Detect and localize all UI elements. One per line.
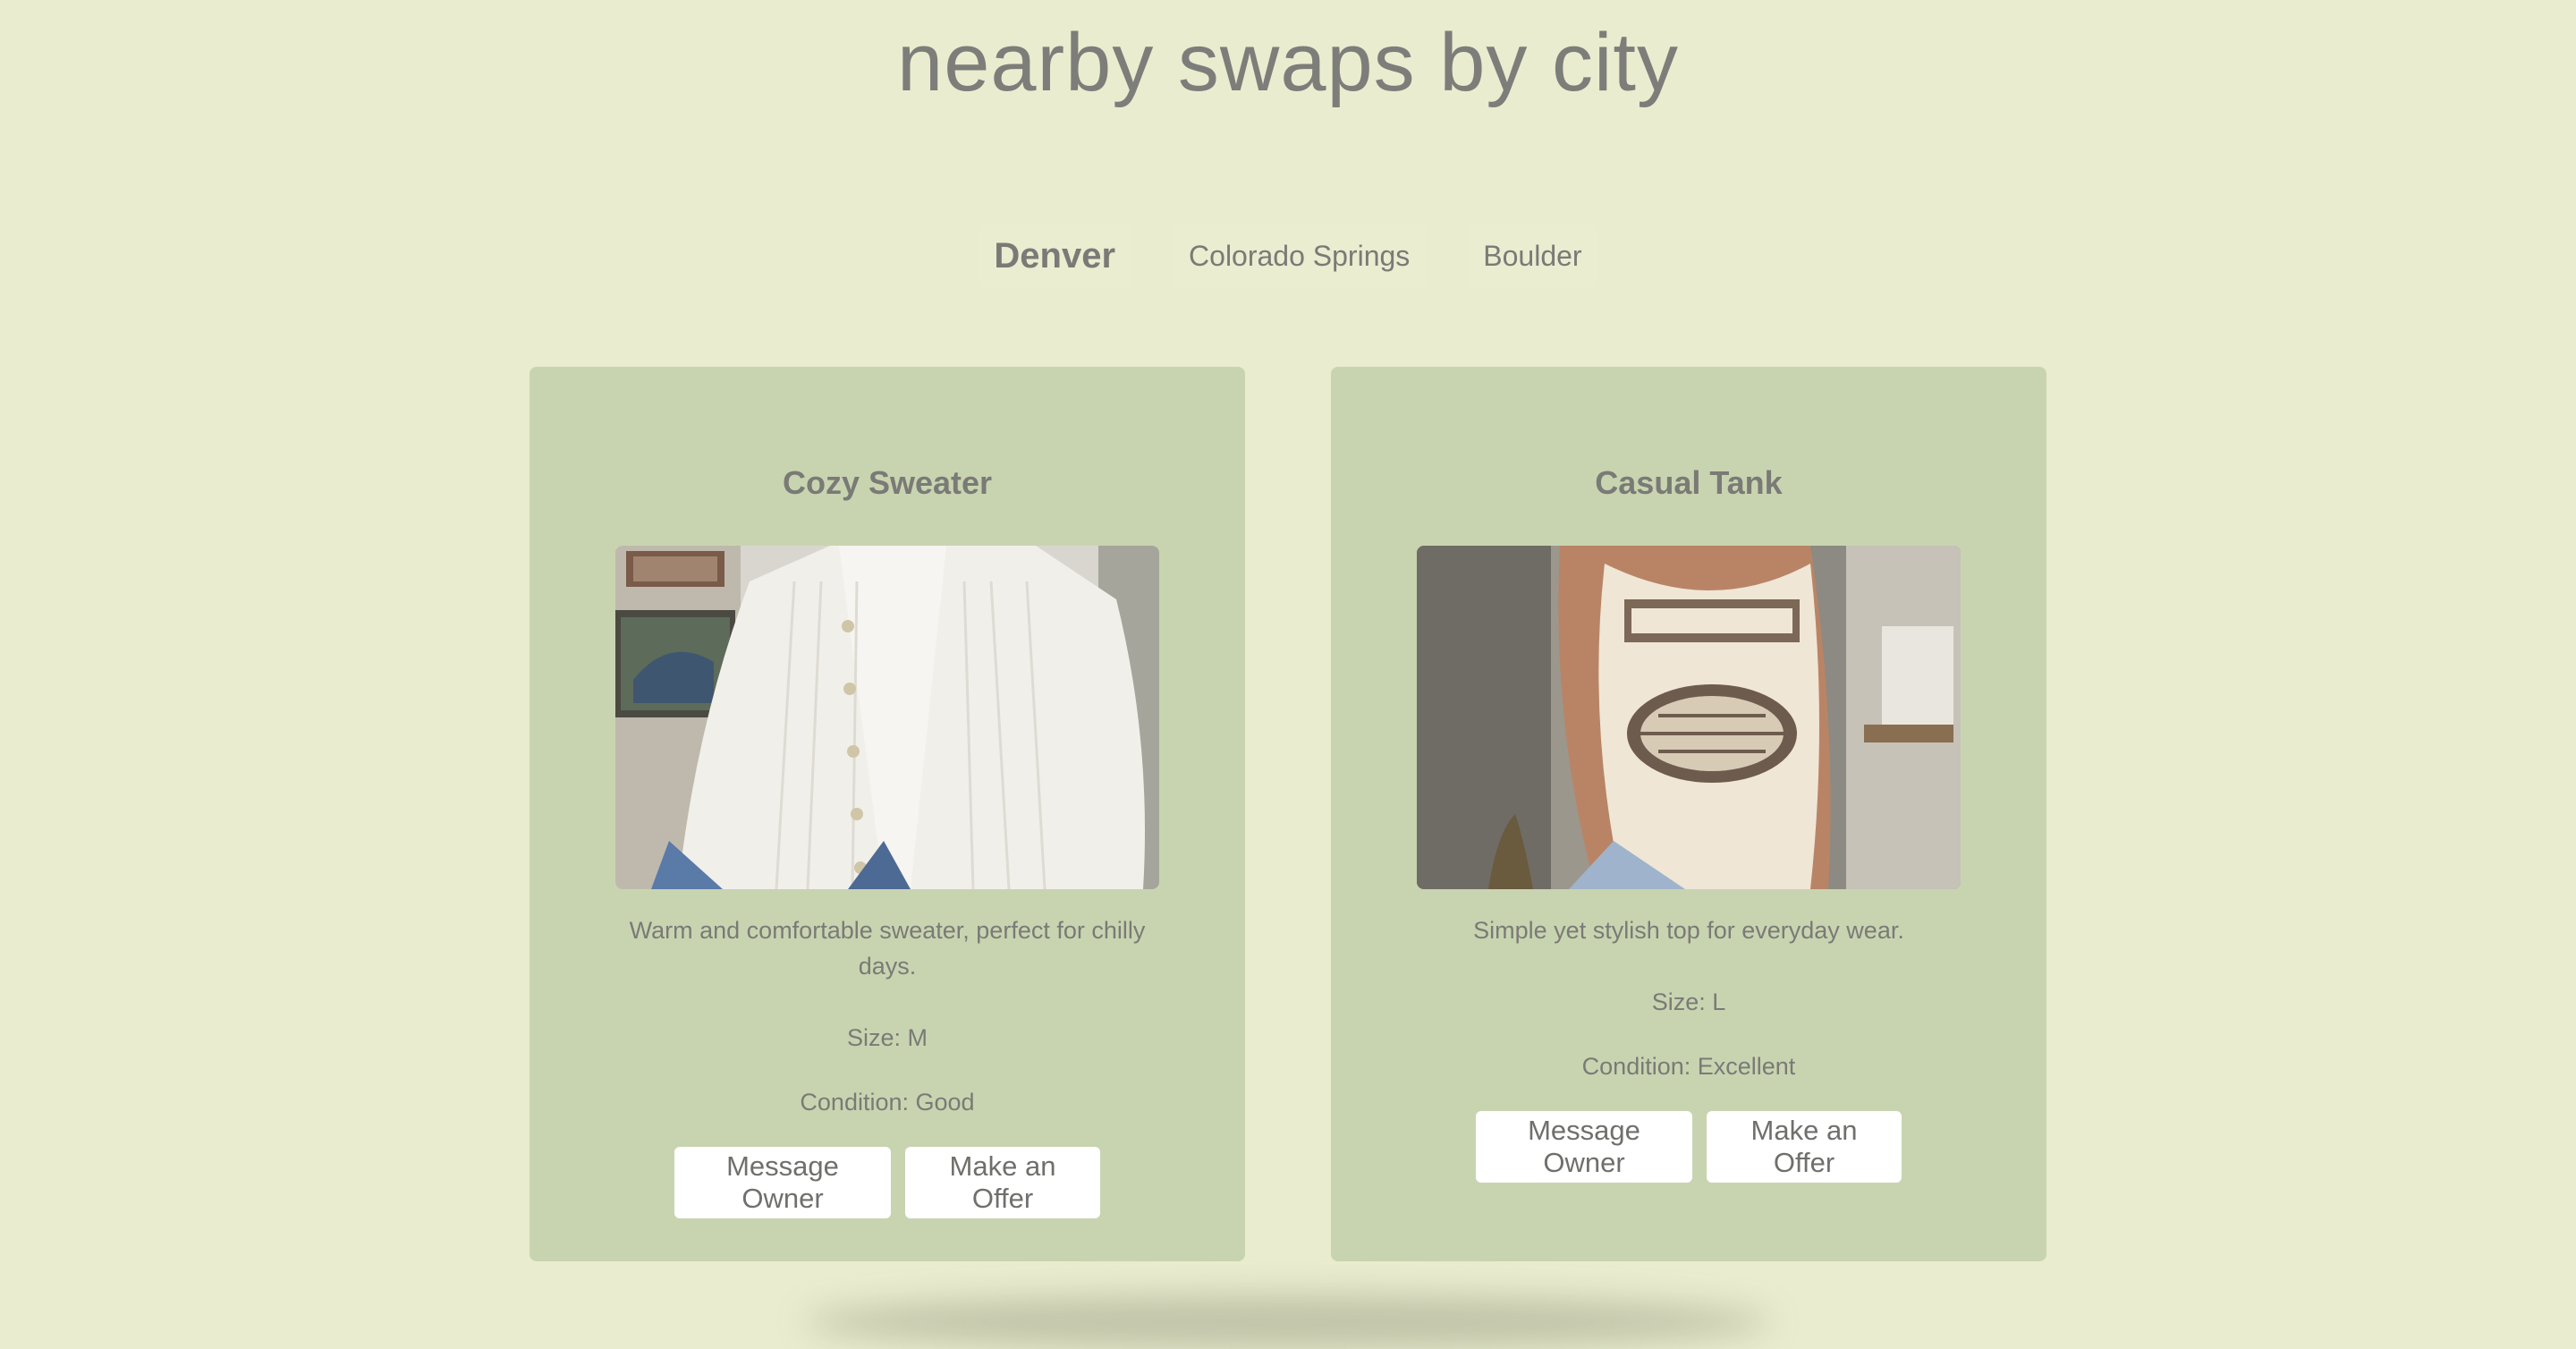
listing-description: Warm and comfortable sweater, perfect fo… [629,917,1146,980]
city-tabs: Denver Colorado Springs Boulder [0,224,2576,288]
listing-size: Size: L [1651,988,1726,1015]
listing-title: Cozy Sweater [782,464,993,501]
message-owner-button[interactable]: Message Owner [674,1147,891,1218]
sweater-photo [615,546,1159,889]
listing-condition: Condition: Excellent [1581,1053,1796,1080]
listing-card-cozy-sweater: Cozy Sweater Warm and comfortable sweate… [530,367,1245,1261]
make-offer-button[interactable]: Make an Offer [1707,1111,1902,1183]
listing-size: Size: M [846,1024,928,1051]
tab-denver[interactable]: Denver [978,224,1132,288]
listing-actions: Message Owner Make an Offer [1331,1111,2046,1183]
page-title: nearby swaps by city [897,17,1679,108]
tab-boulder[interactable]: Boulder [1467,224,1598,288]
tank-top-photo [1417,546,1961,889]
listing-card-casual-tank: Casual Tank Simple yet stylish top for e… [1331,367,2046,1261]
listing-condition: Condition: Good [800,1089,975,1116]
make-offer-button[interactable]: Make an Offer [905,1147,1100,1218]
listing-title: Casual Tank [1595,464,1783,501]
tab-colorado-springs[interactable]: Colorado Springs [1173,224,1427,288]
message-owner-button[interactable]: Message Owner [1476,1111,1692,1183]
listing-description: Simple yet stylish top for everyday wear… [1473,917,1904,944]
listing-actions: Message Owner Make an Offer [530,1147,1245,1218]
footer-shadow [805,1295,1771,1349]
